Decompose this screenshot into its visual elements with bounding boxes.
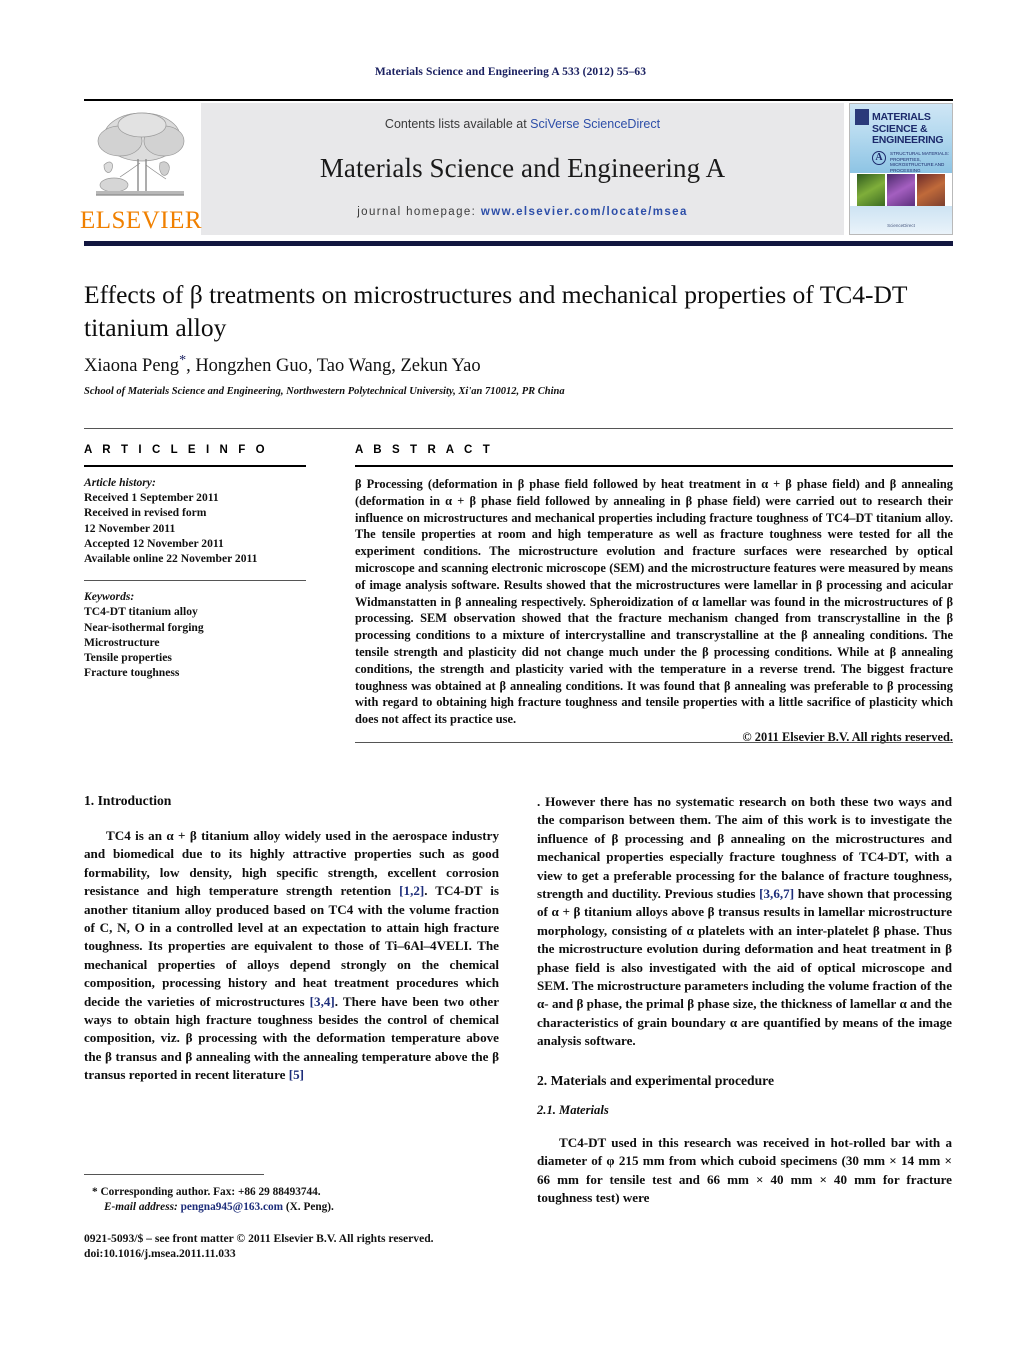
intro-paragraph-right: . However there has no systematic resear… <box>537 793 952 1051</box>
journal-banner: Contents lists available at SciVerse Sci… <box>201 103 844 235</box>
keyword-item: TC4-DT titanium alloy <box>84 605 198 619</box>
history-item: Received 1 September 2011 <box>84 491 219 505</box>
intro-text-e: have shown that processing of α + β tita… <box>537 886 952 1049</box>
tree-illustration-icon <box>96 112 185 196</box>
cover-title: MATERIALS SCIENCE & ENGINEERING <box>872 111 949 147</box>
email-link[interactable]: pengna945@163.com <box>181 1201 283 1213</box>
corresponding-author-note: * Corresponding author. Fax: +86 29 8849… <box>92 1186 321 1198</box>
abstract-divider <box>355 465 953 467</box>
abstract-block: A B S T R A C T β Processing (deformatio… <box>355 444 953 745</box>
journal-homepage-line: journal homepage: www.elsevier.com/locat… <box>201 206 844 218</box>
subsection-heading-materials: 2.1. Materials <box>537 1102 609 1117</box>
article-info-heading: A R T I C L E I N F O <box>84 444 269 456</box>
history-item: Available online 22 November 2011 <box>84 552 258 566</box>
keyword-item: Microstructure <box>84 635 160 649</box>
body-column-right: . However there has no systematic resear… <box>537 793 952 1213</box>
email-suffix: (X. Peng). <box>283 1201 334 1213</box>
doi[interactable]: doi:10.1016/j.msea.2011.11.033 <box>84 1246 584 1261</box>
author-list: Xiaona Peng*, Hongzhen Guo, Tao Wang, Ze… <box>84 353 964 377</box>
abstract-heading: A B S T R A C T <box>355 444 494 456</box>
history-item: 12 November 2011 <box>84 521 176 535</box>
journal-homepage-url[interactable]: www.elsevier.com/locate/msea <box>481 206 688 218</box>
cover-subtitle: STRUCTURAL MATERIALS: PROPERTIES, MICROS… <box>890 151 949 173</box>
section-heading-introduction: 1. Introduction <box>84 793 172 808</box>
cover-footer: ScienceDirect <box>887 223 915 228</box>
elsevier-tree-logo: ELSEVIER <box>80 103 202 235</box>
journal-title: Materials Science and Engineering A <box>319 153 726 183</box>
article-info-block: A R T I C L E I N F O Article history: R… <box>84 444 312 680</box>
journal-article-page: Materials Science and Engineering A 533 … <box>0 0 1021 1351</box>
keywords-label: Keywords: <box>84 590 135 604</box>
journal-cover-thumbnail[interactable]: MATERIALS SCIENCE & ENGINEERING A STRUCT… <box>849 103 953 235</box>
email-label: E-mail address: <box>104 1201 178 1213</box>
author-first: Xiaona Peng <box>84 356 180 377</box>
article-history-label: Article history: <box>84 476 156 489</box>
email-note: E-mail address: pengna945@163.com (X. Pe… <box>84 1200 514 1215</box>
issn-front-matter: 0921-5093/$ – see front matter © 2011 El… <box>84 1232 434 1245</box>
masthead-accent-bar <box>84 241 953 246</box>
authors-remaining: , Hongzhen Guo, Tao Wang, Zekun Yao <box>186 356 481 377</box>
keywords-divider <box>84 580 306 582</box>
citation-3-4[interactable]: [3,4] <box>310 994 335 1009</box>
micrograph-2 <box>887 174 915 206</box>
intro-text-b: . TC4-DT is another titanium alloy produ… <box>84 883 499 1009</box>
masthead: ELSEVIER Contents lists available at Sci… <box>80 103 953 235</box>
article-info-divider <box>84 465 306 467</box>
keyword-item: Tensile properties <box>84 651 172 665</box>
footnote-block: * Corresponding author. Fax: +86 29 8849… <box>84 1185 514 1215</box>
front-matter-block: 0921-5093/$ – see front matter © 2011 El… <box>84 1231 584 1262</box>
body-column-left: 1. Introduction TC4 is an α + β titanium… <box>84 793 499 1213</box>
article-history: Article history: Received 1 September 20… <box>84 475 312 566</box>
abstract-bottom-rule <box>355 742 953 743</box>
contents-prefix: Contents lists available at <box>384 117 531 131</box>
corresponding-author-marker: * <box>179 353 187 368</box>
cover-micrograph-strip <box>857 174 945 206</box>
elsevier-wordmark: ELSEVIER <box>79 207 203 234</box>
homepage-prefix: journal homepage: <box>357 206 481 218</box>
keywords-block: Keywords: TC4-DT titanium alloy Near-iso… <box>84 589 312 680</box>
citation-3-6-7[interactable]: [3,6,7] <box>759 886 794 901</box>
affiliation: School of Materials Science and Engineer… <box>84 386 565 397</box>
abstract-text: β Processing (deformation in β phase fie… <box>355 477 953 727</box>
keyword-item: Fracture toughness <box>84 666 180 680</box>
masthead-top-rule <box>84 99 953 101</box>
micrograph-1 <box>857 174 885 206</box>
materials-paragraph: TC4-DT used in this research was receive… <box>537 1134 952 1205</box>
history-item: Accepted 12 November 2011 <box>84 536 224 550</box>
contents-available-line: Contents lists available at SciVerse Sci… <box>385 117 660 131</box>
micrograph-3 <box>917 174 945 206</box>
cover-title-line-1: MATERIALS <box>872 111 931 123</box>
cover-elsevier-mark <box>855 109 869 125</box>
info-section-top-rule <box>84 428 953 429</box>
keyword-item: Near-isothermal forging <box>84 620 204 634</box>
cover-bottom-gradient <box>850 206 952 234</box>
intro-paragraph-left: TC4 is an α + β titanium alloy widely us… <box>84 827 499 1085</box>
section-heading-materials: 2. Materials and experimental procedure <box>537 1072 774 1088</box>
running-head: Materials Science and Engineering A 533 … <box>374 66 647 78</box>
cover-series-badge: A <box>872 151 886 165</box>
intro-text-d: . However there has no systematic resear… <box>537 794 952 902</box>
sciencedirect-link[interactable]: SciVerse ScienceDirect <box>530 117 660 131</box>
body-columns: 1. Introduction TC4 is an α + β titanium… <box>84 793 953 1213</box>
page-title: Effects of β treatments on microstructur… <box>84 280 908 342</box>
citation-1-2[interactable]: [1,2] <box>399 883 424 898</box>
cover-title-line-3: ENGINEERING <box>872 134 944 146</box>
footnote-rule <box>84 1174 264 1175</box>
history-item: Received in revised form <box>84 506 207 520</box>
citation-5[interactable]: [5] <box>289 1067 304 1082</box>
